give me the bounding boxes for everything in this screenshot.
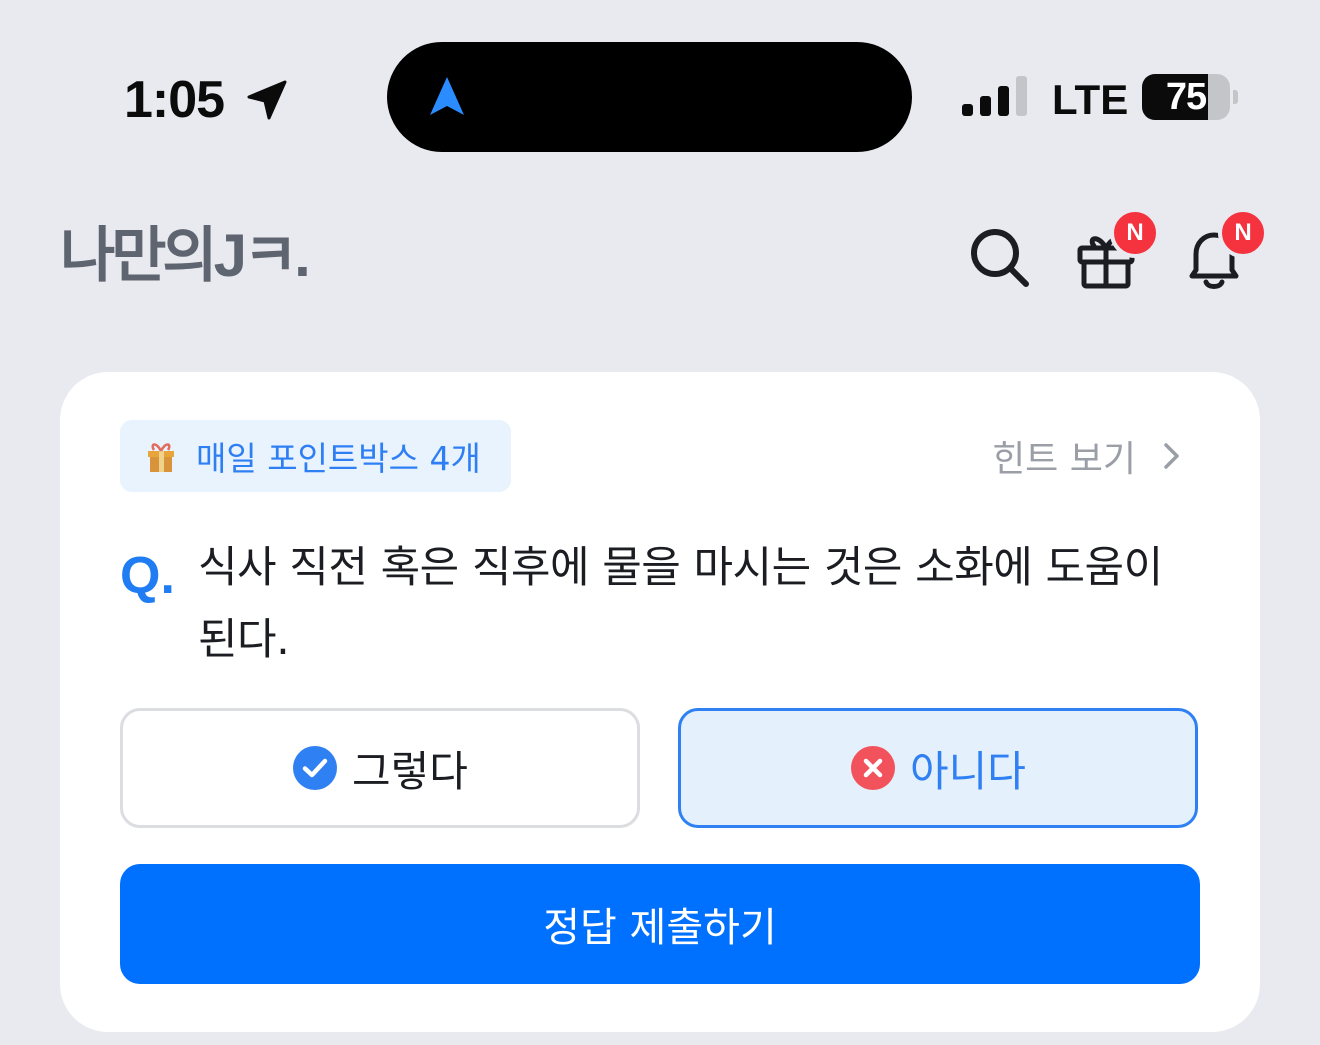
notifications-button[interactable]: N — [1176, 208, 1268, 296]
status-time: 1:05 — [124, 71, 225, 129]
app-logo[interactable]: 나만의Jㅋ. — [60, 220, 311, 292]
gift-badge: N — [1110, 208, 1160, 258]
daily-point-box-chip[interactable]: 매일 포인트박스 4개 — [120, 420, 511, 492]
search-button[interactable] — [962, 220, 1038, 296]
point-chip-label: 매일 포인트박스 4개 — [196, 439, 481, 478]
answer-no-button[interactable]: 아니다 — [678, 708, 1198, 828]
notification-badge: N — [1218, 208, 1268, 258]
status-bar: 1:05 LTE 75 — [0, 0, 1320, 190]
battery-icon: 75 — [1142, 74, 1238, 120]
answer-yes-label: 그렇다 — [352, 746, 468, 796]
cellular-signal-icon — [962, 76, 1027, 116]
submit-answer-label: 정답 제출하기 — [543, 905, 777, 951]
quiz-card: 매일 포인트박스 4개 힌트 보기 Q. 식사 직전 혹은 직후에 물을 마시는… — [60, 372, 1260, 1032]
answer-no-label: 아니다 — [910, 746, 1026, 796]
navigation-arrow-icon — [430, 77, 464, 115]
location-arrow-icon — [247, 80, 287, 120]
battery-tip — [1233, 90, 1238, 104]
submit-answer-button[interactable]: 정답 제출하기 — [120, 864, 1200, 984]
check-circle-icon — [293, 746, 338, 790]
question-prefix: Q. — [120, 547, 175, 605]
search-icon — [971, 229, 1029, 287]
gift-button[interactable]: N — [1068, 208, 1160, 296]
dynamic-island — [387, 42, 912, 152]
network-type: LTE — [1052, 76, 1129, 123]
hint-label: 힌트 보기 — [992, 439, 1136, 480]
hint-link[interactable]: 힌트 보기 — [992, 430, 1188, 482]
battery-level: 75 — [1165, 76, 1207, 118]
x-circle-icon — [851, 746, 896, 790]
chevron-right-icon — [1164, 443, 1179, 469]
gift-box-emoji-icon — [148, 443, 174, 472]
question-text: 식사 직전 혹은 직후에 물을 마시는 것은 소화에 도움이 된다. — [198, 543, 1163, 665]
answer-yes-button[interactable]: 그렇다 — [120, 708, 640, 828]
battery-body: 75 — [1142, 74, 1230, 120]
